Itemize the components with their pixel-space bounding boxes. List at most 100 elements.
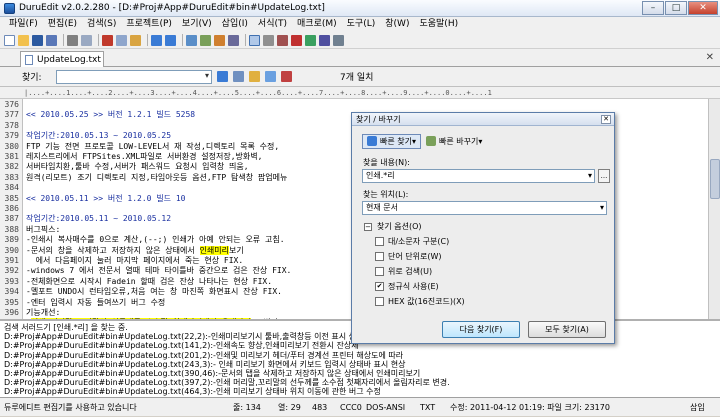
option-match-case[interactable]: 대/소문자 구분(C) (375, 236, 449, 247)
checkbox[interactable] (375, 237, 384, 246)
tab-updatelog[interactable]: UpdateLog.txt (20, 51, 104, 67)
maximize-button[interactable]: □ (665, 1, 687, 15)
line-text: << 2010.05.25 >> 버전 1.2.1 빌드 5258 (26, 110, 196, 120)
line-text: -전체화면으로 시작시 Fadein 할때 검은 잔상 나타나는 현상 FIX. (26, 276, 273, 286)
menu-tools[interactable]: 도구(L) (342, 17, 381, 32)
find-prev-icon[interactable] (233, 71, 244, 82)
line-text (22, 204, 26, 213)
line-text: << 2010.05.11 >> 버전 1.2.0 빌드 10 (26, 193, 186, 203)
find-options-label: 찾기 옵션(O) (377, 222, 422, 231)
new-file-icon[interactable] (4, 34, 15, 46)
macro-icon[interactable] (319, 34, 330, 46)
toolbar (0, 32, 720, 49)
line-number: 377 (4, 110, 19, 120)
option-label: 대/소문자 구분(C) (388, 237, 450, 246)
font-icon[interactable] (277, 34, 288, 46)
hex-icon[interactable] (291, 34, 302, 46)
find-what-label: 찾을 내용(N): (363, 158, 410, 167)
copy-icon[interactable] (116, 34, 127, 46)
goto-icon[interactable] (214, 34, 225, 46)
cut-icon[interactable] (102, 34, 113, 46)
find-options-group[interactable]: − 찾기 옵션(O) (364, 221, 422, 232)
vertical-scrollbar[interactable] (708, 99, 720, 319)
highlight-icon[interactable] (249, 71, 260, 82)
line-text (22, 183, 26, 192)
checkbox-checked[interactable]: ✔ (375, 282, 384, 291)
menu-view[interactable]: 보기(V) (177, 17, 217, 32)
open-folder-icon[interactable] (18, 34, 29, 46)
save-icon[interactable] (32, 34, 43, 46)
find-next-icon[interactable] (217, 71, 228, 82)
status-total: 483 (312, 403, 328, 412)
find-bar: 찾기: 7개 일치 (0, 67, 720, 87)
regex-icon[interactable] (265, 71, 276, 82)
close-button[interactable]: ✕ (688, 1, 718, 15)
checkbox[interactable] (375, 297, 384, 306)
line-number: 394 (4, 287, 19, 297)
bookmark-icon[interactable] (228, 34, 239, 46)
line-text: -인쇄시 복사매수를 0으로 계산,(--;) 인쇄가 아예 안되는 오류 고침… (26, 235, 285, 245)
status-char: CCC0 (340, 403, 362, 412)
find-all-button[interactable]: 모두 찾기(A) (528, 321, 606, 338)
find-replace-dialog: 찾기 / 바꾸기 ✕ 빠른 찾기 ▾ 빠른 바꾸기 ▾ 찾을 내용(N): 인쇄… (351, 112, 615, 344)
option-label: 위로 검색(U) (388, 267, 433, 276)
minimize-button[interactable]: – (642, 1, 664, 15)
line-number: 376 (4, 100, 19, 109)
line-number: 387 (4, 214, 19, 224)
menu-edit[interactable]: 편집(E) (43, 17, 82, 32)
quick-find-label: 빠른 찾기 (380, 136, 412, 146)
search-highlight: 인쇄미리 (199, 245, 230, 255)
find-icon[interactable] (186, 34, 197, 46)
option-regex[interactable]: ✔ 정규식 사용(E) (375, 281, 439, 292)
close-tab-icon[interactable]: ✕ (706, 52, 714, 63)
output-line[interactable]: D:#Proj#App#DuruEdit#bin#UpdateLog.txt(4… (4, 387, 381, 397)
redo-icon[interactable] (165, 34, 176, 46)
line-number: 380 (4, 141, 19, 151)
scroll-thumb[interactable] (710, 159, 720, 199)
replace-icon[interactable] (200, 34, 211, 46)
menu-window[interactable]: 창(W) (380, 17, 414, 32)
quick-replace-tab[interactable]: 빠른 바꾸기 ▾ (421, 134, 487, 149)
dialog-close-icon[interactable]: ✕ (601, 115, 611, 124)
quick-find-tab[interactable]: 빠른 찾기 ▾ (362, 133, 421, 149)
ruler: |....+....1....+....2....+....3....+....… (0, 87, 720, 99)
word-wrap-icon[interactable] (249, 34, 260, 46)
look-in-select[interactable]: 현재 문서 (362, 201, 607, 215)
browse-button[interactable]: ... (598, 169, 610, 183)
option-icon[interactable] (281, 71, 292, 82)
menu-insert[interactable]: 삽입(I) (217, 17, 253, 32)
find-what-input[interactable]: 인쇄.*리 (362, 169, 595, 183)
option-hex[interactable]: HEX 값(16진코드)(X) (375, 296, 465, 307)
paste-icon[interactable] (130, 34, 141, 46)
print-preview-icon[interactable] (81, 34, 92, 46)
checkbox[interactable] (375, 267, 384, 276)
option-whole-word[interactable]: 단어 단위로(W) (375, 251, 442, 262)
line-text: 작업기간:2010.05.11 ~ 2010.05.12 (26, 214, 172, 224)
option-search-up[interactable]: 위로 검색(U) (375, 266, 432, 277)
undo-icon[interactable] (151, 34, 162, 46)
settings-icon[interactable] (333, 34, 344, 46)
window-controls: – □ ✕ (641, 1, 718, 15)
line-text: 에서 다음페이지 눌러 마지막 페이지에서 죽는 현상 FIX. (26, 256, 244, 265)
checkbox[interactable] (375, 252, 384, 261)
line-text: 버그픽스: (26, 224, 61, 234)
save-all-icon[interactable] (46, 34, 57, 46)
menu-search[interactable]: 검색(S) (82, 17, 121, 32)
line-number: 384 (4, 183, 19, 193)
print-icon[interactable] (67, 34, 78, 46)
status-type: TXT (420, 403, 436, 412)
status-col: 열: 29 (278, 403, 301, 412)
find-next-button[interactable]: 다음 찾기(F) (442, 321, 520, 338)
menu-project[interactable]: 프로젝트(P) (121, 17, 177, 32)
line-number-icon[interactable] (263, 34, 274, 46)
find-input[interactable] (56, 69, 212, 84)
menu-macro[interactable]: 매크로(M) (292, 17, 342, 32)
menu-help[interactable]: 도움말(H) (414, 17, 463, 32)
ftp-icon[interactable] (305, 34, 316, 46)
menu-file[interactable]: 파일(F) (4, 17, 43, 32)
line-number: 383 (4, 172, 19, 182)
title-bar: DuruEdit v2.0.2.280 - [D:#Proj#App#DuruE… (0, 0, 720, 17)
editor-line[interactable]: 376 (0, 100, 708, 110)
line-text: 원격(리모트) 조기 디렉토리 지정,타임아웃등 옵션,FTP 탐색창 팝업메뉴 (26, 172, 288, 182)
menu-format[interactable]: 서식(T) (253, 17, 292, 32)
